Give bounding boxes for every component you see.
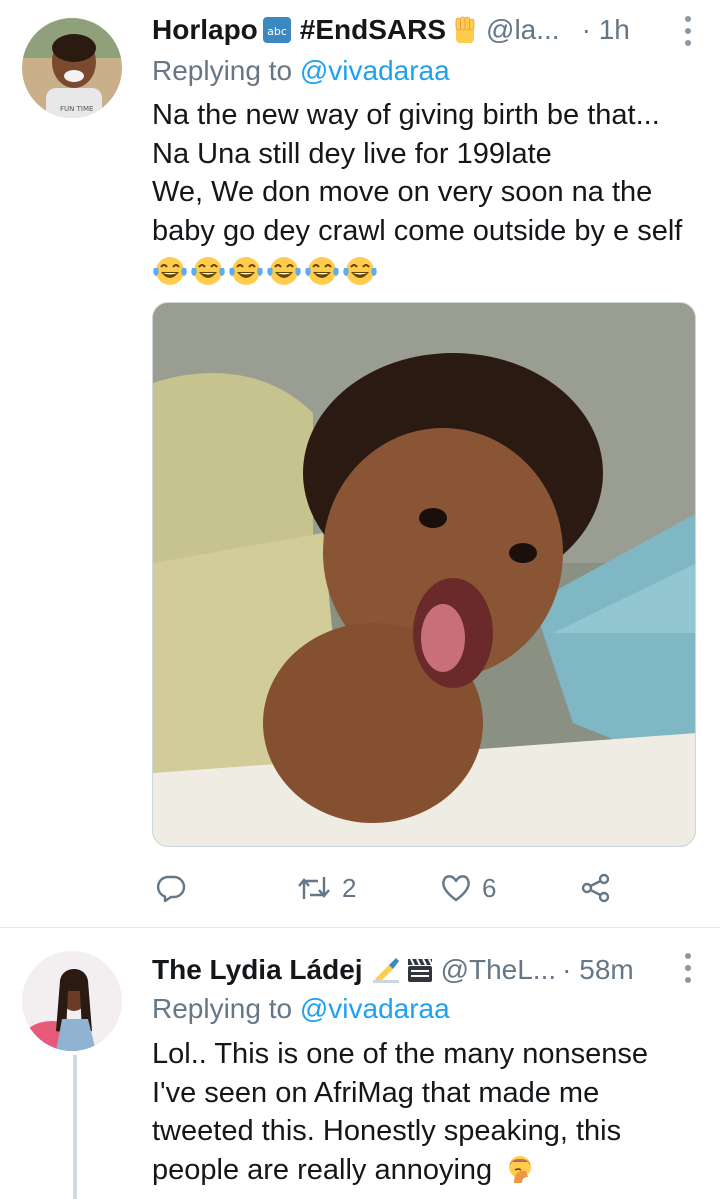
- retweet-button[interactable]: 2: [296, 868, 356, 908]
- more-options-icon[interactable]: [682, 953, 694, 983]
- author-name[interactable]: The Lydia Ládej: [152, 954, 363, 986]
- author-handle[interactable]: @TheL...: [441, 954, 557, 986]
- author-name[interactable]: Horlapo: [152, 14, 258, 46]
- tweet[interactable]: The Lydia Ládej @TheL... · 58m Replying …: [0, 929, 720, 1199]
- tears-of-joy-emoji: [267, 257, 301, 285]
- replying-to: Replying to @vivadaraa: [152, 993, 450, 1025]
- tweet-header: The Lydia Ládej @TheL... · 58m: [152, 952, 700, 988]
- mention-link[interactable]: @vivadaraa: [300, 993, 450, 1024]
- tears-of-joy-emoji: [343, 257, 377, 285]
- tweet-actions: 2 6: [152, 868, 622, 908]
- tweet-text-line: Na the new way of giving birth be that..…: [152, 99, 660, 131]
- replying-prefix: Replying to: [152, 55, 293, 86]
- retweet-icon: [298, 877, 330, 899]
- reply-icon: [156, 875, 186, 903]
- tweet[interactable]: FUN TIME Horlapo abc #EndSARS @la... · 1…: [0, 0, 720, 928]
- emoji-row: [152, 254, 378, 288]
- share-icon: [581, 873, 610, 903]
- tears-of-joy-emoji: [153, 257, 187, 285]
- tweet-text: Na the new way of giving birth be that..…: [152, 96, 702, 250]
- share-button[interactable]: [580, 868, 612, 908]
- reply-button[interactable]: [156, 868, 186, 908]
- tears-of-joy-emoji: [191, 257, 225, 285]
- tears-of-joy-emoji: [229, 257, 263, 285]
- tears-of-joy-emoji: [305, 257, 339, 285]
- abc-icon: abc: [262, 16, 292, 44]
- like-count: 6: [482, 872, 497, 903]
- tweet-text-line: Na Una still dey live for 199late: [152, 137, 552, 170]
- heart-icon: [442, 875, 470, 902]
- replying-to: Replying to @vivadaraa: [152, 55, 450, 87]
- timestamp[interactable]: · 1h: [582, 14, 630, 46]
- tweet-photo[interactable]: [152, 302, 696, 847]
- thread-line: [73, 1055, 77, 1199]
- retweet-count: 2: [342, 872, 357, 903]
- face-palm-emoji: [504, 1153, 536, 1185]
- raised-fist-icon: [450, 15, 480, 45]
- avatar[interactable]: FUN TIME: [22, 18, 122, 118]
- tweet-text-line: baby go dey crawl come outside by e self: [152, 214, 683, 247]
- svg-text:FUN TIME: FUN TIME: [60, 105, 93, 113]
- writing-hand-icon: [371, 955, 401, 985]
- tweet-header: Horlapo abc #EndSARS @la... · 1h: [152, 12, 700, 48]
- hashtag[interactable]: #EndSARS: [300, 14, 446, 46]
- mention-link[interactable]: @vivadaraa: [300, 55, 450, 86]
- tweet-text: Lol.. This is one of the many nonsense I…: [152, 1035, 702, 1189]
- more-options-icon[interactable]: [682, 16, 694, 46]
- clapper-board-icon: [405, 955, 435, 985]
- tweet-text-line: tweeted this. Honestly speaking, this: [152, 1115, 622, 1147]
- svg-text:abc: abc: [267, 25, 287, 38]
- tweet-text-line: Lol.. This is one of the many nonsense: [152, 1038, 648, 1070]
- like-button[interactable]: 6: [440, 868, 496, 908]
- tweet-text-line: I've seen on AfriMag that made me: [152, 1076, 600, 1109]
- tweet-text-line-last: people are really annoying: [152, 1151, 702, 1190]
- timestamp[interactable]: · 58m: [562, 954, 634, 986]
- tweet-text-line: We, We don move on very soon na the: [152, 176, 653, 208]
- avatar[interactable]: [22, 951, 122, 1051]
- replying-prefix: Replying to: [152, 993, 293, 1024]
- author-handle[interactable]: @la...: [486, 14, 560, 46]
- tweet-text-line: people are really annoying: [152, 1153, 493, 1186]
